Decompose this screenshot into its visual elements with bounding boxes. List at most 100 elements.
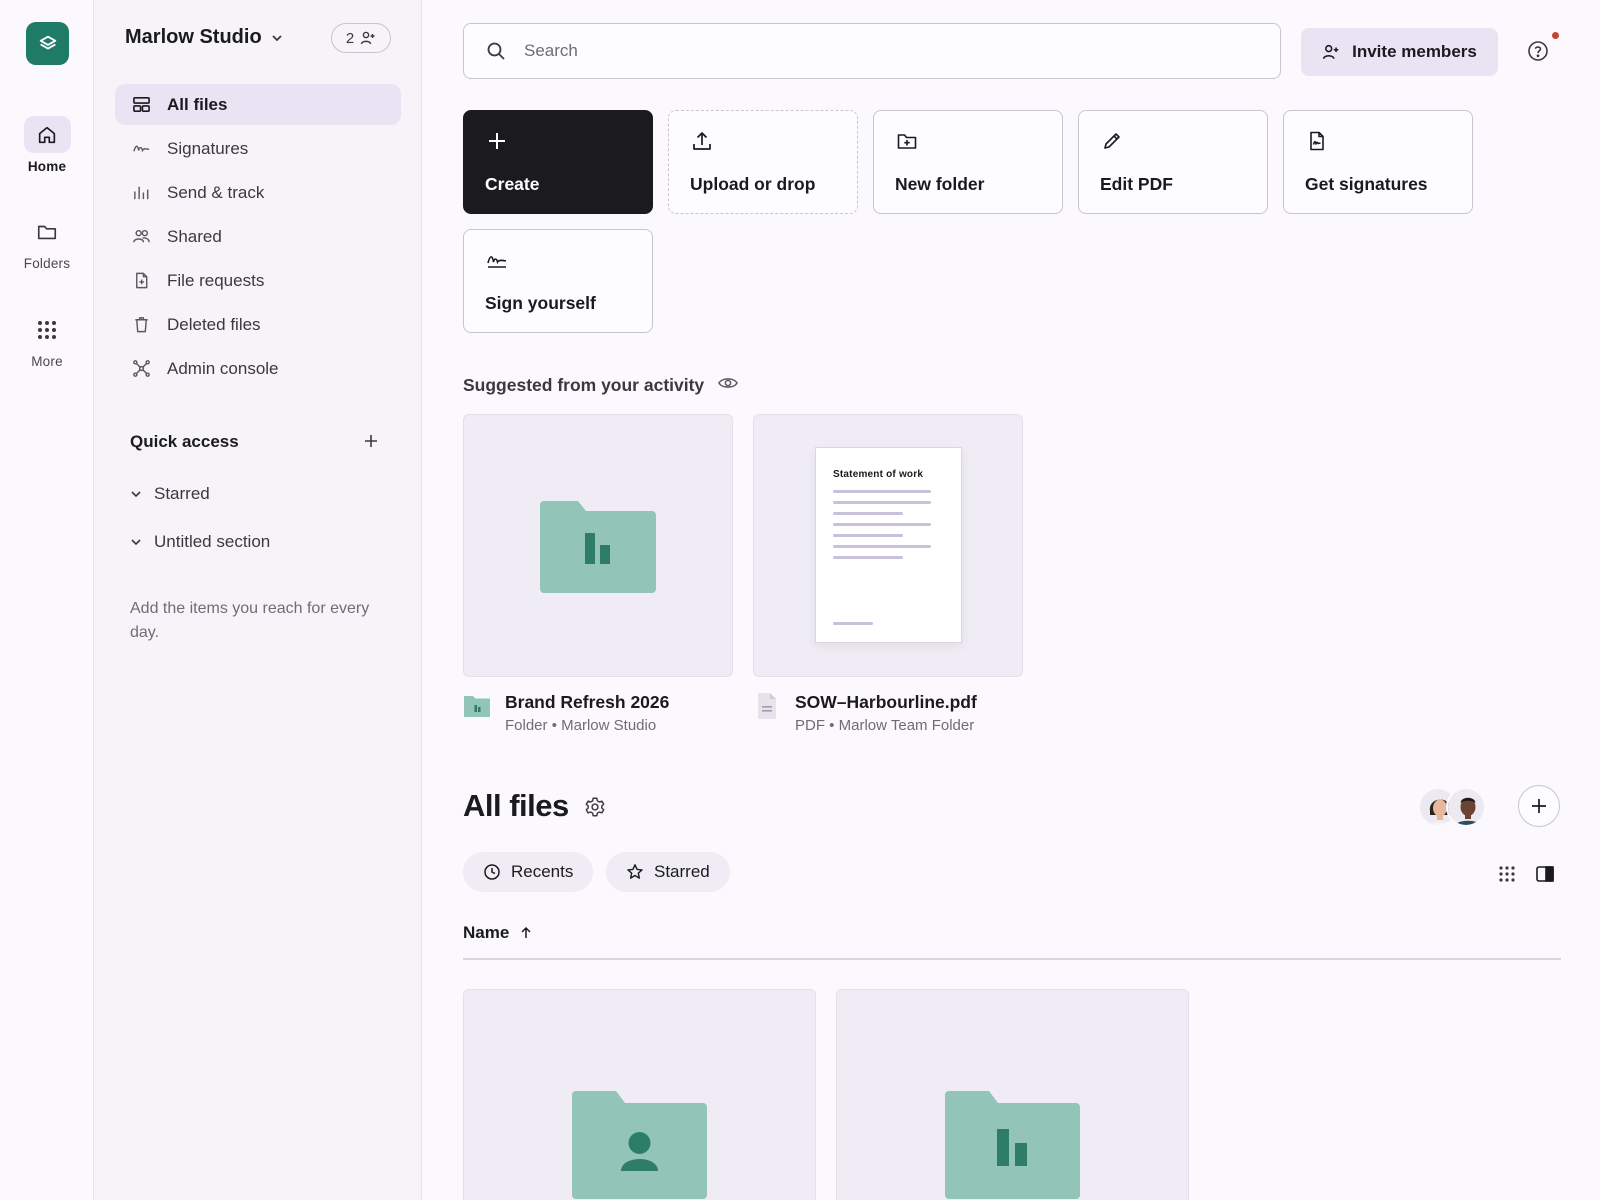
get-signatures-label: Get signatures — [1305, 174, 1428, 194]
pdf-thumbnail-title: Statement of work — [833, 469, 924, 480]
search-icon — [487, 42, 505, 60]
sidebar-item-label: File requests — [167, 270, 265, 290]
rail-home-label: Home — [27, 159, 67, 174]
signature-doc-icon — [1310, 131, 1324, 151]
team-switcher[interactable]: Marlow Studio — [125, 26, 284, 49]
grid-view-icon[interactable] — [1497, 864, 1517, 884]
all-files-icon — [131, 95, 151, 115]
chevron-down-icon — [131, 491, 141, 498]
rail-more-label: More — [31, 354, 63, 369]
suggested-card-pdf[interactable]: Statement of work — [753, 414, 1023, 677]
create-button[interactable]: Create — [463, 110, 653, 214]
search-input[interactable] — [524, 41, 1224, 61]
get-signatures-button[interactable]: Get signatures — [1283, 110, 1473, 214]
members-button[interactable]: 2 — [331, 23, 391, 53]
sidebar-item-label: Shared — [167, 226, 222, 246]
file-grid-item-shared-folder[interactable] — [463, 989, 816, 1200]
rail-folders[interactable]: Folders — [0, 213, 94, 271]
file-meta: PDF • Marlow Team Folder — [795, 717, 977, 734]
file-name: Brand Refresh 2026 — [505, 692, 670, 712]
sidebar-item-label: Send & track — [167, 182, 265, 202]
team-name: Marlow Studio — [125, 26, 262, 48]
add-button[interactable] — [1518, 785, 1560, 827]
file-type: Folder — [505, 717, 548, 734]
filter-recents[interactable]: Recents — [463, 852, 594, 892]
app-rail: Home Folders More — [0, 0, 94, 1200]
sidebar-item-send-track[interactable]: Send & track — [115, 172, 401, 213]
rail-home[interactable]: Home — [0, 116, 94, 174]
gear-icon[interactable] — [584, 796, 606, 818]
pdf-thumbnail: Statement of work — [815, 447, 962, 643]
sign-yourself-label: Sign yourself — [485, 293, 596, 313]
quick-access-section-starred[interactable]: Starred — [130, 484, 210, 504]
suggested-item-pdf[interactable]: SOW–Harbourline.pdf PDF • Marlow Team Fo… — [753, 692, 977, 734]
invite-members-button[interactable]: Invite members — [1301, 28, 1498, 76]
shared-folder-icon — [572, 1091, 707, 1199]
shared-members-avatars[interactable] — [1418, 787, 1486, 827]
edit-pdf-button[interactable]: Edit PDF — [1078, 110, 1268, 214]
quick-access-section-untitled[interactable]: Untitled section — [130, 532, 270, 552]
layers-icon — [39, 35, 56, 49]
pencil-icon — [1104, 133, 1120, 149]
rail-folders-label: Folders — [23, 256, 71, 271]
chevron-down-icon — [131, 539, 141, 546]
file-request-icon — [131, 271, 151, 291]
create-label: Create — [485, 174, 540, 194]
sidebar-item-label: Deleted files — [167, 314, 261, 334]
file-grid-item-folder[interactable] — [836, 989, 1189, 1200]
sidebar-item-admin-console[interactable]: Admin console — [115, 348, 401, 389]
quick-access-add-button[interactable] — [360, 430, 382, 452]
file-location: Marlow Studio — [561, 717, 657, 734]
chevron-down-icon — [272, 34, 282, 41]
suggested-title: Suggested from your activity — [463, 375, 705, 395]
suggested-card-folder[interactable] — [463, 414, 733, 677]
search-bar[interactable] — [463, 23, 1281, 79]
folder-icon — [945, 1091, 1080, 1199]
sidebar-item-label: Admin console — [167, 358, 279, 378]
sort-label: Name — [463, 923, 510, 942]
sidebar-item-label: All files — [167, 94, 228, 114]
pdf-file-icon — [758, 693, 776, 719]
sign-yourself-button[interactable]: Sign yourself — [463, 229, 653, 333]
folder-icon — [464, 696, 490, 717]
bar-chart-icon — [131, 183, 151, 203]
new-folder-button[interactable]: New folder — [873, 110, 1063, 214]
add-person-icon — [360, 31, 375, 45]
filter-starred[interactable]: Starred — [606, 852, 730, 892]
sidebar-item-deleted-files[interactable]: Deleted files — [115, 304, 401, 345]
rail-more[interactable]: More — [0, 311, 94, 369]
quick-access-title: Quick access — [130, 432, 239, 451]
help-button[interactable] — [1527, 40, 1551, 64]
help-icon — [1528, 41, 1548, 61]
edit-pdf-label: Edit PDF — [1100, 174, 1173, 194]
clock-icon — [484, 864, 500, 880]
arrow-up-icon — [521, 926, 531, 938]
file-meta: Folder • Marlow Studio — [505, 717, 669, 734]
add-person-icon — [1323, 44, 1339, 59]
folder-icon — [24, 213, 71, 250]
plus-icon — [365, 435, 377, 447]
new-folder-icon — [897, 134, 917, 149]
quick-access-section-label: Untitled section — [154, 532, 271, 551]
sidebar-item-file-requests[interactable]: File requests — [115, 260, 401, 301]
eye-icon[interactable] — [718, 374, 738, 392]
people-icon — [131, 227, 151, 247]
sidebar-nav: All files Signatures Send & track Shared… — [115, 84, 401, 392]
file-type: PDF — [795, 717, 825, 734]
folder-icon — [540, 501, 656, 593]
plus-icon — [1532, 799, 1546, 813]
filter-label: Recents — [511, 862, 574, 881]
member-count: 2 — [345, 29, 355, 47]
avatar — [1446, 787, 1486, 827]
sidebar-item-signatures[interactable]: Signatures — [115, 128, 401, 169]
upload-drop-zone[interactable]: Upload or drop — [668, 110, 858, 214]
home-icon — [23, 116, 71, 153]
sidebar-item-all-files[interactable]: All files — [115, 84, 401, 125]
panel-toggle-icon[interactable] — [1535, 864, 1555, 884]
app-logo[interactable] — [26, 22, 69, 65]
suggested-item-folder[interactable]: Brand Refresh 2026 Folder • Marlow Studi… — [463, 692, 669, 734]
quick-access-section-label: Starred — [154, 484, 210, 503]
sidebar-item-shared[interactable]: Shared — [115, 216, 401, 257]
sort-by-name[interactable]: Name — [463, 923, 533, 943]
all-files-title: All files — [463, 788, 569, 823]
